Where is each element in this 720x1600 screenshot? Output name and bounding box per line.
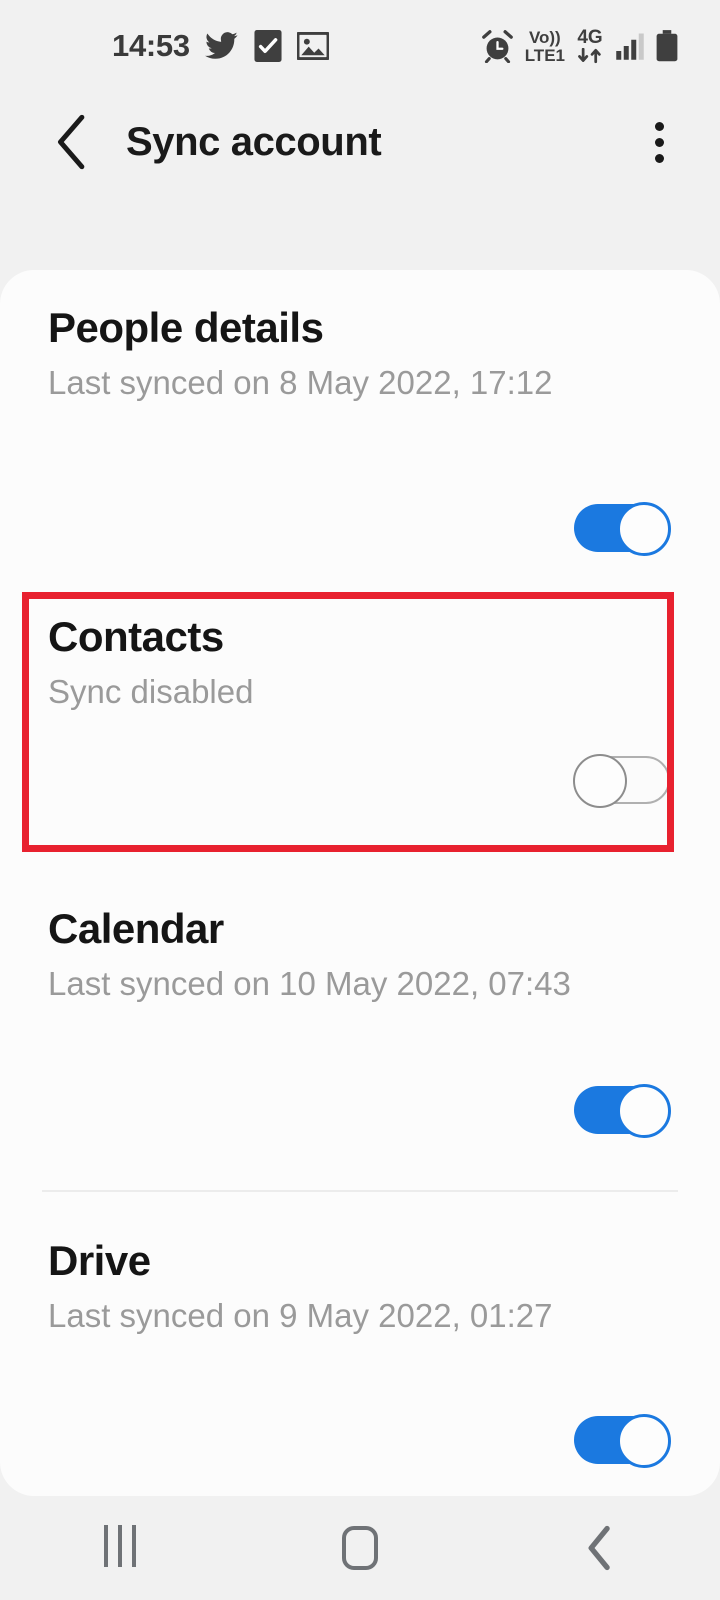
more-vertical-icon-dot <box>654 137 664 147</box>
sync-toggle-people-details[interactable] <box>574 502 671 556</box>
nav-recents-button[interactable] <box>0 1496 240 1600</box>
tasks-checkbox-icon <box>254 30 282 62</box>
more-vertical-icon-dot <box>654 153 664 163</box>
sync-row-contacts[interactable]: Contacts Sync disabled <box>0 578 720 854</box>
sync-row-calendar[interactable]: Calendar Last synced on 10 May 2022, 07:… <box>0 854 720 1190</box>
app-bar: Sync account <box>0 92 720 192</box>
system-nav-bar <box>0 1496 720 1600</box>
sync-item-subtitle: Last synced on 8 May 2022, 17:12 <box>48 364 553 402</box>
home-icon <box>342 1526 378 1570</box>
nav-home-button[interactable] <box>240 1496 480 1600</box>
page-title: Sync account <box>126 119 382 164</box>
sync-row-people-details[interactable]: People details Last synced on 8 May 2022… <box>0 270 720 578</box>
status-bar-right: Vo)) LTE1 4G <box>481 28 678 64</box>
sync-toggle-drive[interactable] <box>574 1414 671 1468</box>
sync-settings-card: People details Last synced on 8 May 2022… <box>0 270 720 1496</box>
sync-item-title: People details <box>48 304 324 351</box>
sync-item-subtitle: Last synced on 9 May 2022, 01:27 <box>48 1297 553 1335</box>
alarm-icon <box>481 29 513 63</box>
status-clock: 14:53 <box>112 28 190 63</box>
phone-screen: 14:53 Vo)) LTE1 4G Sync account People d… <box>0 0 720 1600</box>
sync-item-title: Contacts <box>48 613 224 660</box>
data-arrows-icon: 4G <box>576 28 604 64</box>
sync-item-title: Drive <box>48 1237 151 1284</box>
more-vertical-icon-dot <box>654 121 664 131</box>
twitter-icon <box>204 32 238 59</box>
toggle-knob <box>617 1084 671 1138</box>
status-bar: 14:53 Vo)) LTE1 4G <box>0 0 720 92</box>
toggle-knob <box>617 1414 671 1468</box>
sync-toggle-contacts[interactable] <box>573 754 670 808</box>
back-chevron-icon <box>588 1525 610 1571</box>
sync-item-subtitle: Sync disabled <box>48 673 254 711</box>
volte-icon: Vo)) LTE1 <box>524 27 565 65</box>
sync-item-subtitle: Last synced on 10 May 2022, 07:43 <box>48 965 571 1003</box>
overflow-menu-button[interactable] <box>624 107 694 177</box>
signal-bars-icon <box>616 33 644 60</box>
battery-icon <box>656 30 678 62</box>
chevron-left-icon <box>58 114 85 170</box>
status-bar-left: 14:53 <box>112 28 329 64</box>
sync-row-drive[interactable]: Drive Last synced on 9 May 2022, 01:27 <box>0 1192 720 1492</box>
sync-item-title: Calendar <box>48 905 224 952</box>
back-button[interactable] <box>34 104 110 180</box>
nav-back-button[interactable] <box>480 1496 720 1600</box>
gallery-image-icon <box>296 32 329 60</box>
sync-toggle-calendar[interactable] <box>574 1084 671 1138</box>
toggle-knob <box>617 502 671 556</box>
toggle-knob <box>573 754 627 808</box>
recents-icon <box>99 1524 141 1572</box>
